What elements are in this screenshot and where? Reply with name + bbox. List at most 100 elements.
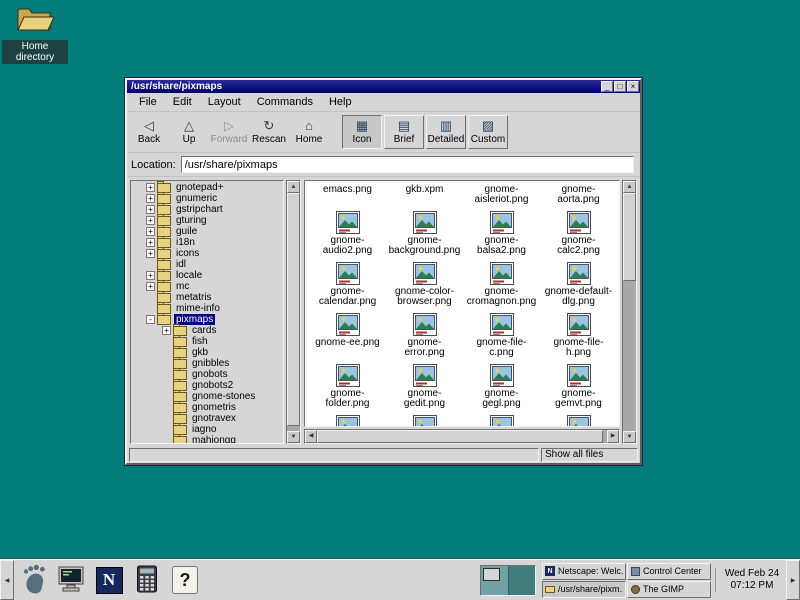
detailed-view-button[interactable]: ▥ Detailed [426,115,466,149]
tree-item-pixmaps[interactable]: -pixmaps [133,314,283,325]
file-item[interactable]: gnome-file-h.png [543,311,615,362]
file-item[interactable]: gnome-aorta.png [543,183,615,209]
close-button[interactable]: × [627,81,639,92]
expand-expander-icon[interactable]: + [146,249,155,258]
panel-hide-right-button[interactable]: ▶ [786,560,800,600]
tree-item-gnumeric[interactable]: +gnumeric [133,193,283,204]
expand-expander-icon[interactable]: + [146,183,155,192]
file-item[interactable]: gnome-ee.png [315,311,380,362]
icon-view[interactable]: emacs.pnggkb.xpmgnome-aisleriot.pnggnome… [304,180,620,427]
scroll-up-icon[interactable]: ▲ [287,181,300,193]
brief-view-button[interactable]: ▤ Brief [384,115,424,149]
tree-item-idl[interactable]: idl [133,259,283,270]
expand-expander-icon[interactable]: + [146,205,155,214]
file-item[interactable]: gnome-cromagnon.png [466,260,538,311]
location-input[interactable] [181,156,634,173]
tree-item-icons[interactable]: +icons [133,248,283,259]
pager-desktop-2[interactable] [509,566,536,595]
expand-expander-icon[interactable]: + [162,326,171,335]
expand-expander-icon[interactable]: + [146,194,155,203]
tree-item-gnometris[interactable]: gnometris [133,402,283,413]
file-item[interactable]: gnome-calc2.png [543,209,615,260]
file-item[interactable]: gnome-aisleriot.png [466,183,538,209]
file-item[interactable]: gnome-background.png [389,209,461,260]
task-button-file-manager[interactable]: /usr/share/pixm... [542,581,626,598]
custom-view-button[interactable]: ▨ Custom [468,115,508,149]
file-item[interactable] [335,413,361,427]
menu-item-file[interactable]: File [131,94,165,110]
netscape-launcher[interactable]: N [90,561,128,599]
file-item[interactable]: gnome-audio2.png [312,209,384,260]
file-item[interactable] [489,413,515,427]
keypad-launcher[interactable] [128,561,166,599]
icon-view-hscrollbar[interactable]: ◀ ▶ [304,429,620,444]
terminal-launcher[interactable] [52,561,90,599]
expand-expander-icon[interactable]: + [146,227,155,236]
tree-scroll-thumb[interactable] [287,193,300,426]
file-item[interactable]: gnome-error.png [389,311,461,362]
expand-expander-icon[interactable]: + [146,271,155,280]
tree-item-gstripchart[interactable]: +gstripchart [133,204,283,215]
help-launcher[interactable]: ? [166,561,204,599]
hscroll-trough[interactable] [317,430,607,443]
file-item[interactable]: gnome-color-browser.png [389,260,461,311]
maximize-button[interactable]: □ [614,81,626,92]
tree-item-gnobots[interactable]: gnobots [133,369,283,380]
scroll-right-icon[interactable]: ▶ [607,430,619,443]
tree-item-guile[interactable]: +guile [133,226,283,237]
icon-view-button[interactable]: ▦ Icon [342,115,382,149]
window-titlebar[interactable]: /usr/share/pixmaps _ □ × [127,80,640,93]
file-item[interactable]: gnome-file-c.png [466,311,538,362]
scroll-up-icon[interactable]: ▲ [623,181,636,193]
home-directory-icon[interactable]: Home directory [2,4,68,65]
scroll-left-icon[interactable]: ◀ [305,430,317,443]
tree-item-gnobots2[interactable]: gnobots2 [133,380,283,391]
tree-item-metatris[interactable]: metatris [133,292,283,303]
menu-item-commands[interactable]: Commands [249,94,321,110]
tree-item-fish[interactable]: fish [133,336,283,347]
tree-item-gkb[interactable]: gkb [133,347,283,358]
task-button-netscape[interactable]: N Netscape: Welc... [542,563,626,580]
icon-scroll-trough[interactable] [623,193,636,431]
rescan-button[interactable]: ↻ Rescan [249,113,289,151]
tree-item-cards[interactable]: +cards [133,325,283,336]
tree-item-i18n[interactable]: +i18n [133,237,283,248]
scroll-down-icon[interactable]: ▼ [623,431,636,443]
panel-hide-left-button[interactable]: ◀ [0,560,14,600]
tree-item-gturing[interactable]: +gturing [133,215,283,226]
pager-desktop-1[interactable] [481,566,509,595]
file-item[interactable]: gnome-balsa2.png [466,209,538,260]
tree-item-mahjongg[interactable]: mahjongg [133,435,283,444]
tree-scroll-trough[interactable] [287,193,300,431]
file-item[interactable] [566,413,592,427]
file-item[interactable]: emacs.png [323,183,372,209]
file-item[interactable]: gnome-calendar.png [312,260,384,311]
task-button-gimp[interactable]: The GIMP [627,581,711,598]
expand-expander-icon[interactable]: + [146,282,155,291]
task-button-control-center[interactable]: Control Center [627,563,711,580]
collapse-expander-icon[interactable]: - [146,315,155,324]
tree-item-locale[interactable]: +locale [133,270,283,281]
tree-scrollbar[interactable]: ▲ ▼ [286,180,301,444]
tree-item-gnotravex[interactable]: gnotravex [133,413,283,424]
file-item[interactable]: gnome-gemvt.png [543,362,615,413]
tree-item-iagno[interactable]: iagno [133,424,283,435]
file-item[interactable]: gnome-default-dlg.png [543,260,615,311]
desk-guide-pager[interactable] [480,565,536,596]
scroll-down-icon[interactable]: ▼ [287,431,300,443]
tree-item-mc[interactable]: +mc [133,281,283,292]
menu-item-layout[interactable]: Layout [200,94,249,110]
file-item[interactable]: gnome-folder.png [312,362,384,413]
minimize-button[interactable]: _ [601,81,613,92]
menu-item-help[interactable]: Help [321,94,360,110]
tree-item-gnotepad+[interactable]: +gnotepad+ [133,182,283,193]
file-item[interactable]: gkb.xpm [406,183,444,209]
tree-item-gnome-stones[interactable]: gnome-stones [133,391,283,402]
up-button[interactable]: △ Up [169,113,209,151]
forward-button[interactable]: ▷ Forward [209,113,249,151]
expand-expander-icon[interactable]: + [146,216,155,225]
main-menu-button[interactable] [14,561,52,599]
icon-scroll-thumb[interactable] [623,193,636,281]
hscroll-thumb[interactable] [317,430,603,443]
expand-expander-icon[interactable]: + [146,238,155,247]
